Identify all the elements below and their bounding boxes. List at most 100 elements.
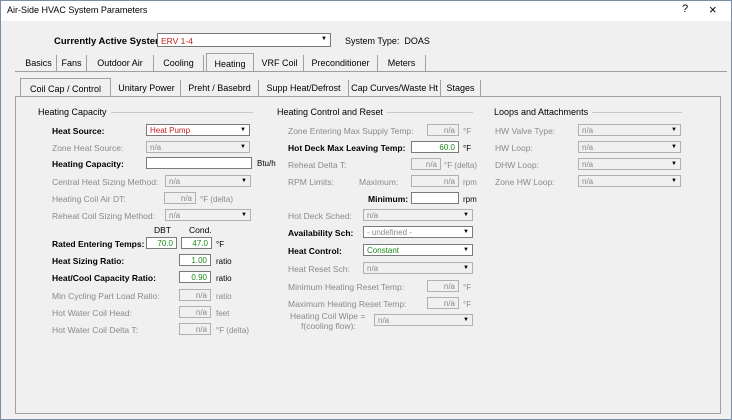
tab-divider xyxy=(15,71,727,72)
active-system-select[interactable]: ERV 1-4 ▼ xyxy=(157,33,331,47)
tab-fans[interactable]: Fans xyxy=(57,55,87,71)
system-type: System Type: DOAS xyxy=(345,36,430,46)
chevron-down-icon: ▼ xyxy=(460,245,472,255)
hot-deck-max-unit: °F xyxy=(463,144,472,153)
rpm-limits-label: RPM Limits: xyxy=(288,177,334,187)
dbt-header: DBT xyxy=(154,225,171,235)
chevron-down-icon: ▼ xyxy=(460,227,472,237)
rated-temps-unit: °F xyxy=(216,240,225,249)
zone-hw-loop-select[interactable]: n/a ▼ xyxy=(578,175,681,187)
zone-heat-source-value: n/a xyxy=(150,143,162,152)
reheat-sizing-value: n/a xyxy=(169,211,181,220)
chevron-down-icon: ▼ xyxy=(460,210,472,220)
coil-air-dt-label: Heating Coil Air DT: xyxy=(52,194,126,204)
sizing-ratio-field[interactable]: 1.00 xyxy=(179,254,211,266)
heating-capacity-field[interactable] xyxy=(146,157,252,169)
hot-deck-max-field[interactable]: 60.0 xyxy=(411,141,459,153)
zone-hw-loop-value: n/a xyxy=(582,177,594,186)
rpm-min-field[interactable] xyxy=(411,192,459,204)
tab-vrf-coil[interactable]: VRF Coil xyxy=(256,55,304,71)
hw-valve-value: n/a xyxy=(582,126,594,135)
heat-source-select[interactable]: Heat Pump ▼ xyxy=(146,124,250,136)
min-cycling-field[interactable]: n/a xyxy=(179,289,211,301)
system-type-value: DOAS xyxy=(404,36,430,46)
tab-heating[interactable]: Heating xyxy=(206,53,254,72)
heat-control-label: Heat Control: xyxy=(288,246,342,256)
rated-cond-field[interactable]: 47.0 xyxy=(181,237,212,249)
hw-loop-label: HW Loop: xyxy=(495,143,533,153)
system-type-label: System Type: xyxy=(345,36,400,46)
rpm-min-unit: rpm xyxy=(463,195,477,204)
help-icon[interactable]: ? xyxy=(682,3,688,15)
tab-cooling[interactable]: Cooling xyxy=(154,55,204,71)
tab-outdoor-air[interactable]: Outdoor Air xyxy=(87,55,154,71)
central-sizing-value: n/a xyxy=(169,177,181,186)
title-bar: Air-Side HVAC System Parameters ? × xyxy=(1,1,731,21)
zone-heat-source-select[interactable]: n/a ▼ xyxy=(146,141,250,153)
zone-max-supply-field[interactable]: n/a xyxy=(427,124,459,136)
close-icon[interactable]: × xyxy=(709,2,717,17)
rated-dbt-field[interactable]: 70.0 xyxy=(146,237,177,249)
tab-basics[interactable]: Basics xyxy=(21,55,57,71)
subtab-supp-heat-defrost[interactable]: Supp Heat/Defrost xyxy=(259,80,349,96)
reheat-sizing-select[interactable]: n/a ▼ xyxy=(165,209,251,221)
sizing-ratio-label: Heat Sizing Ratio: xyxy=(52,256,125,266)
tab-meters[interactable]: Meters xyxy=(378,55,426,71)
group-heating-control: Heating Control and Reset xyxy=(277,107,388,117)
central-sizing-label: Central Heat Sizing Method: xyxy=(52,177,159,187)
hw-valve-label: HW Valve Type: xyxy=(495,126,556,136)
heat-control-select[interactable]: Constant ▼ xyxy=(363,244,473,256)
availability-select[interactable]: - undefined - ▼ xyxy=(363,226,473,238)
min-reset-unit: °F xyxy=(463,283,472,292)
tab-preconditioner[interactable]: Preconditioner xyxy=(304,55,378,71)
chevron-down-icon: ▼ xyxy=(460,315,472,325)
chevron-down-icon: ▼ xyxy=(668,142,680,152)
hc-ratio-label: Heat/Cool Capacity Ratio: xyxy=(52,273,156,283)
rpm-min-label: Minimum: xyxy=(368,194,409,204)
availability-value: - undefined - xyxy=(367,228,412,237)
subtab-coil-cap-control[interactable]: Coil Cap / Control xyxy=(20,78,111,97)
rpm-max-field[interactable]: n/a xyxy=(411,175,459,187)
dhw-loop-label: DHW Loop: xyxy=(495,160,539,170)
heat-source-value: Heat Pump xyxy=(150,126,191,135)
subtab-unitary-power[interactable]: Unitary Power xyxy=(113,80,181,96)
hw-dt-label: Hot Water Coil Delta T: xyxy=(52,325,138,335)
hot-deck-max-label: Hot Deck Max Leaving Temp: xyxy=(288,143,406,153)
central-sizing-select[interactable]: n/a ▼ xyxy=(165,175,251,187)
heat-reset-select[interactable]: n/a ▼ xyxy=(363,262,473,274)
min-cycling-label: Min Cycling Part Load Ratio: xyxy=(52,291,160,301)
dhw-loop-select[interactable]: n/a ▼ xyxy=(578,158,681,170)
chevron-down-icon: ▼ xyxy=(237,125,249,135)
hot-deck-sched-label: Hot Deck Sched: xyxy=(288,211,352,221)
subtab-cap-curves-waste-ht[interactable]: Cap Curves/Waste Ht xyxy=(349,80,441,96)
coil-wipe-select[interactable]: n/a ▼ xyxy=(374,314,473,326)
group-heating-capacity: Heating Capacity xyxy=(38,107,111,117)
hc-ratio-field[interactable]: 0.90 xyxy=(179,271,211,283)
coil-air-dt-field[interactable]: n/a xyxy=(164,192,196,204)
subtab-preht-basebrd[interactable]: Preht / Basebrd xyxy=(181,80,259,96)
hot-deck-sched-select[interactable]: n/a ▼ xyxy=(363,209,473,221)
min-reset-label: Minimum Heating Reset Temp: xyxy=(288,282,405,292)
subtab-stages[interactable]: Stages xyxy=(441,80,481,96)
min-reset-field[interactable]: n/a xyxy=(427,280,459,292)
chevron-down-icon: ▼ xyxy=(460,263,472,273)
reheat-dt-field[interactable]: n/a xyxy=(411,158,441,170)
coil-wipe-label-line1: Heating Coil Wipe = xyxy=(290,311,366,321)
min-cycling-unit: ratio xyxy=(216,292,232,301)
hw-loop-select[interactable]: n/a ▼ xyxy=(578,141,681,153)
reheat-dt-unit: °F (delta) xyxy=(444,161,477,170)
hw-head-field[interactable]: n/a xyxy=(179,306,211,318)
hw-dt-field[interactable]: n/a xyxy=(179,323,211,335)
heating-capacity-label: Heating Capacity: xyxy=(52,159,124,169)
hw-dt-unit: °F (delta) xyxy=(216,326,249,335)
max-reset-field[interactable]: n/a xyxy=(427,297,459,309)
window-title: Air-Side HVAC System Parameters xyxy=(7,5,148,15)
zone-heat-source-label: Zone Heat Source: xyxy=(52,143,124,153)
hw-valve-select[interactable]: n/a ▼ xyxy=(578,124,681,136)
dialog-window: Air-Side HVAC System Parameters ? × Curr… xyxy=(0,0,732,420)
hot-deck-sched-value: n/a xyxy=(367,211,379,220)
reheat-sizing-label: Reheat Coil Sizing Method: xyxy=(52,211,156,221)
chevron-down-icon: ▼ xyxy=(238,210,250,220)
hc-ratio-unit: ratio xyxy=(216,274,232,283)
hw-head-label: Hot Water Coil Head: xyxy=(52,308,132,318)
